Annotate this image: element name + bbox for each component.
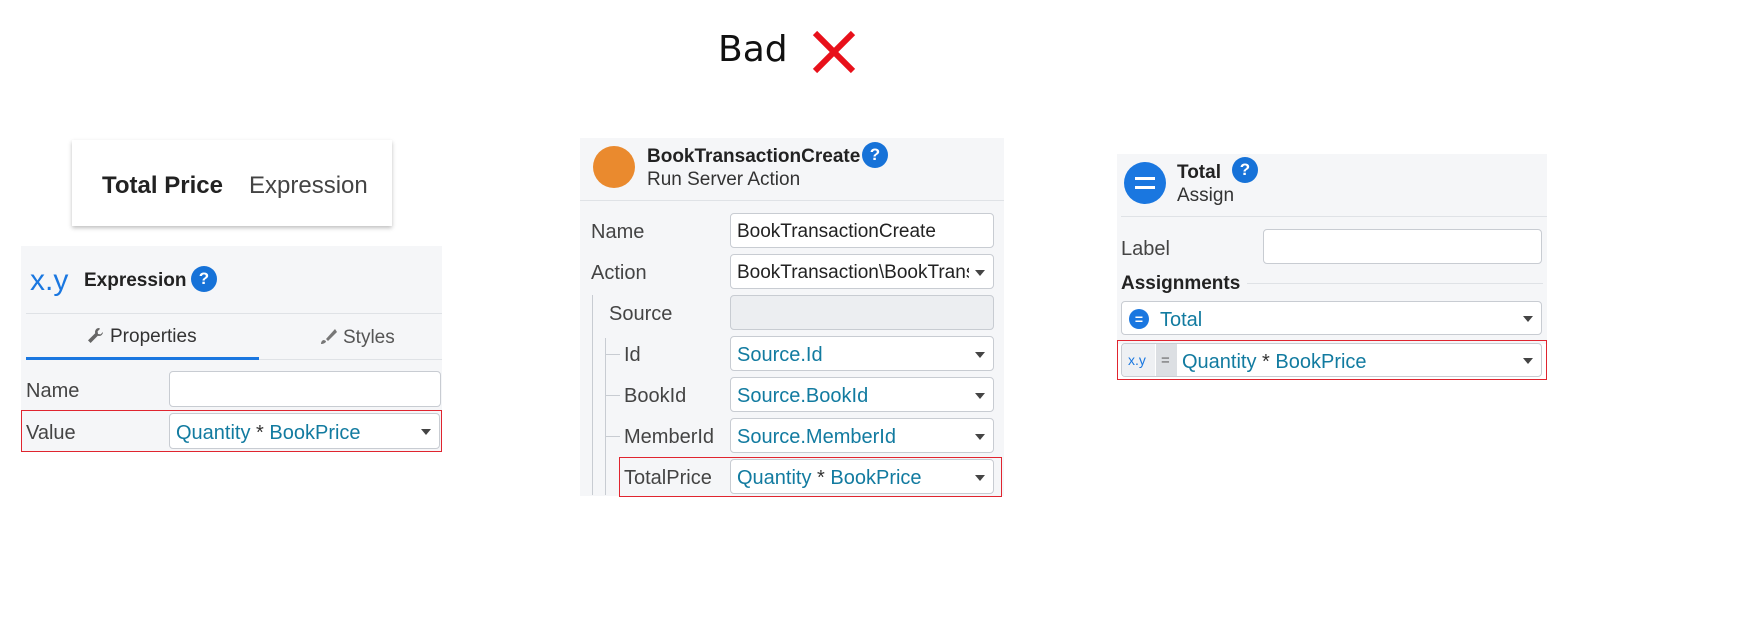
totalprice-expression: Quantity * BookPrice	[737, 468, 922, 488]
expr-operator: *	[256, 422, 264, 444]
action-title: BookTransactionCreate	[647, 146, 861, 167]
id-dropdown-value: Source.Id	[737, 344, 823, 366]
help-icon[interactable]: ?	[1232, 157, 1258, 183]
help-icon[interactable]: ?	[862, 142, 888, 168]
red-x-icon	[811, 29, 857, 75]
expr-variable: BookPrice	[269, 422, 361, 444]
tree-branch	[606, 436, 620, 437]
tree-branch	[606, 395, 620, 396]
expr-variable: Quantity	[1182, 351, 1257, 373]
action-subtitle: Run Server Action	[647, 169, 801, 190]
action-label: Action	[591, 262, 647, 284]
assignments-header: Assignments	[1121, 273, 1241, 294]
expression-type-badge: x.y	[1122, 344, 1155, 376]
memberid-label: MemberId	[624, 426, 715, 448]
divider	[1247, 283, 1543, 284]
tab-styles[interactable]: Styles	[259, 314, 442, 360]
assignment-expression-dropdown[interactable]: x.y = Quantity * BookPrice	[1121, 343, 1542, 377]
value-label: Value	[26, 422, 76, 444]
equals-icon: =	[1129, 309, 1149, 329]
bookid-dropdown[interactable]: Source.BookId	[730, 377, 994, 412]
assign-subtitle: Assign	[1177, 185, 1235, 206]
source-input	[730, 295, 994, 330]
assignment-variable-dropdown[interactable]: = Total	[1121, 301, 1542, 335]
expression-preview-card: Total Price Expression	[72, 140, 392, 226]
expression-card-type: Expression	[249, 172, 368, 199]
bookid-label: BookId	[624, 385, 687, 407]
name-input[interactable]: BookTransactionCreate	[730, 213, 994, 248]
name-input[interactable]	[169, 371, 441, 407]
name-input-value: BookTransactionCreate	[737, 221, 936, 242]
server-action-properties-panel: BookTransactionCreate ? Run Server Actio…	[580, 138, 1004, 496]
chevron-down-icon	[975, 475, 985, 481]
chevron-down-icon	[1523, 358, 1533, 364]
expr-variable: BookPrice	[830, 467, 922, 489]
equals-sign: =	[1161, 352, 1170, 369]
assign-properties-panel: Total ? Assign Label Assignments = Total	[1117, 154, 1547, 344]
chevron-down-icon	[975, 434, 985, 440]
bookid-dropdown-value: Source.BookId	[737, 385, 869, 407]
wrench-icon	[86, 327, 104, 345]
chevron-down-icon	[1523, 316, 1533, 322]
tree-branch	[606, 354, 620, 355]
action-dropdown-value: BookTransaction\BookTrans	[737, 263, 969, 282]
heading-bad: Bad	[718, 29, 788, 70]
label-input[interactable]	[1263, 229, 1542, 264]
expression-panel-title: Expression	[84, 270, 187, 291]
totalprice-label: TotalPrice	[624, 467, 712, 489]
chevron-down-icon	[975, 393, 985, 399]
tab-properties-label: Properties	[110, 326, 197, 347]
brush-icon	[319, 328, 337, 346]
label-label: Label	[1121, 238, 1170, 260]
equals-separator: =	[1156, 344, 1177, 376]
server-action-icon	[593, 146, 635, 188]
tab-properties[interactable]: Properties	[26, 314, 259, 360]
help-icon[interactable]: ?	[191, 266, 217, 292]
id-dropdown[interactable]: Source.Id	[730, 336, 994, 371]
name-label: Name	[26, 380, 80, 402]
tab-styles-label: Styles	[343, 327, 395, 348]
expression-icon: x.y	[1128, 352, 1146, 368]
source-label: Source	[609, 303, 673, 325]
expr-variable: Quantity	[176, 422, 251, 444]
tree-guide	[592, 295, 593, 495]
value-expression-dropdown[interactable]: Quantity * BookPrice	[169, 413, 440, 449]
expr-variable: Quantity	[737, 467, 812, 489]
id-label: Id	[624, 344, 641, 366]
tree-guide	[605, 338, 606, 495]
action-dropdown[interactable]: BookTransaction\BookTrans	[730, 254, 994, 289]
chevron-down-icon	[975, 352, 985, 358]
expr-operator: *	[1262, 351, 1270, 373]
assignment-variable-value: Total	[1160, 309, 1203, 331]
value-expression: Quantity * BookPrice	[176, 423, 361, 443]
expr-operator: *	[817, 467, 825, 489]
totalprice-expression-dropdown[interactable]: Quantity * BookPrice	[730, 459, 994, 494]
memberid-dropdown[interactable]: Source.MemberId	[730, 418, 994, 453]
expression-card-title: Total Price	[102, 172, 223, 199]
memberid-dropdown-value: Source.MemberId	[737, 426, 896, 448]
chevron-down-icon	[421, 429, 431, 435]
expression-icon: x.y	[30, 264, 69, 297]
divider	[259, 359, 442, 360]
active-tab-indicator	[26, 357, 259, 360]
assignment-expression-value: Quantity * BookPrice	[1182, 352, 1367, 372]
name-label: Name	[591, 221, 645, 243]
assign-icon	[1124, 162, 1166, 204]
divider	[1121, 216, 1547, 217]
assign-title: Total	[1177, 162, 1221, 183]
divider	[580, 200, 1004, 201]
chevron-down-icon	[975, 270, 985, 276]
expr-variable: BookPrice	[1275, 351, 1367, 373]
